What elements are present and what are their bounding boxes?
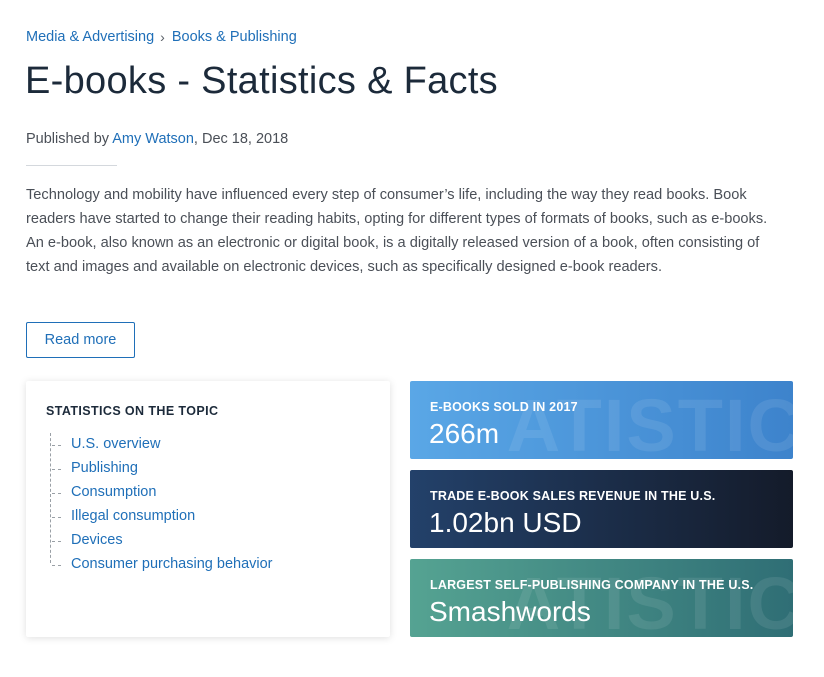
breadcrumb-item-books-publishing[interactable]: Books & Publishing: [172, 29, 297, 45]
list-item: Illegal consumption: [50, 505, 273, 529]
list-item: Consumer purchasing behavior: [50, 553, 273, 577]
list-item: Consumption: [50, 481, 273, 505]
stat-label: E-BOOKS SOLD IN 2017: [430, 400, 578, 414]
topic-list: U.S. overview Publishing Consumption Ill…: [50, 433, 273, 577]
published-prefix: Published by: [26, 131, 113, 147]
stat-card-self-publishing[interactable]: ATISTIC LARGEST SELF-PUBLISHING COMPANY …: [410, 559, 793, 637]
stat-value: 266m: [429, 418, 500, 449]
publish-date: , Dec 18, 2018: [193, 131, 289, 147]
watermark-decoration: ATISTIC: [506, 384, 793, 459]
author-link[interactable]: Amy Watson: [112, 131, 194, 147]
topic-link-publishing[interactable]: Publishing: [71, 460, 138, 476]
stat-value: Smashwords: [429, 596, 591, 627]
stat-card-ebook-revenue[interactable]: TRADE E-BOOK SALES REVENUE IN THE U.S. 1…: [410, 470, 793, 548]
breadcrumb-separator: ›: [160, 29, 165, 45]
breadcrumb-item-media-advertising[interactable]: Media & Advertising: [26, 29, 154, 45]
breadcrumb: Media & Advertising › Books & Publishing: [26, 29, 297, 45]
stat-value: 1.02bn USD: [429, 507, 582, 538]
topic-card-heading: STATISTICS ON THE TOPIC: [46, 404, 219, 418]
topic-link-devices[interactable]: Devices: [71, 532, 123, 548]
read-more-button[interactable]: Read more: [26, 322, 135, 358]
topic-link-illegal-consumption[interactable]: Illegal consumption: [71, 508, 195, 524]
list-item: Devices: [50, 529, 273, 553]
statistics-topic-card: STATISTICS ON THE TOPIC U.S. overview Pu…: [26, 381, 390, 637]
topic-link-us-overview[interactable]: U.S. overview: [71, 436, 160, 452]
intro-paragraph: Technology and mobility have influenced …: [26, 187, 768, 275]
topic-link-consumer-purchasing-behavior[interactable]: Consumer purchasing behavior: [71, 556, 273, 572]
stat-label: TRADE E-BOOK SALES REVENUE IN THE U.S.: [430, 489, 716, 503]
publication-info: Published by Amy Watson, Dec 18, 2018: [26, 131, 288, 147]
list-item: U.S. overview: [50, 433, 273, 457]
stat-label: LARGEST SELF-PUBLISHING COMPANY IN THE U…: [430, 578, 754, 592]
list-item: Publishing: [50, 457, 273, 481]
divider: [26, 165, 117, 166]
stat-card-ebooks-sold[interactable]: ATISTIC E-BOOKS SOLD IN 2017 266m: [410, 381, 793, 459]
topic-link-consumption[interactable]: Consumption: [71, 484, 156, 500]
page-title: E-books - Statistics & Facts: [25, 60, 498, 102]
